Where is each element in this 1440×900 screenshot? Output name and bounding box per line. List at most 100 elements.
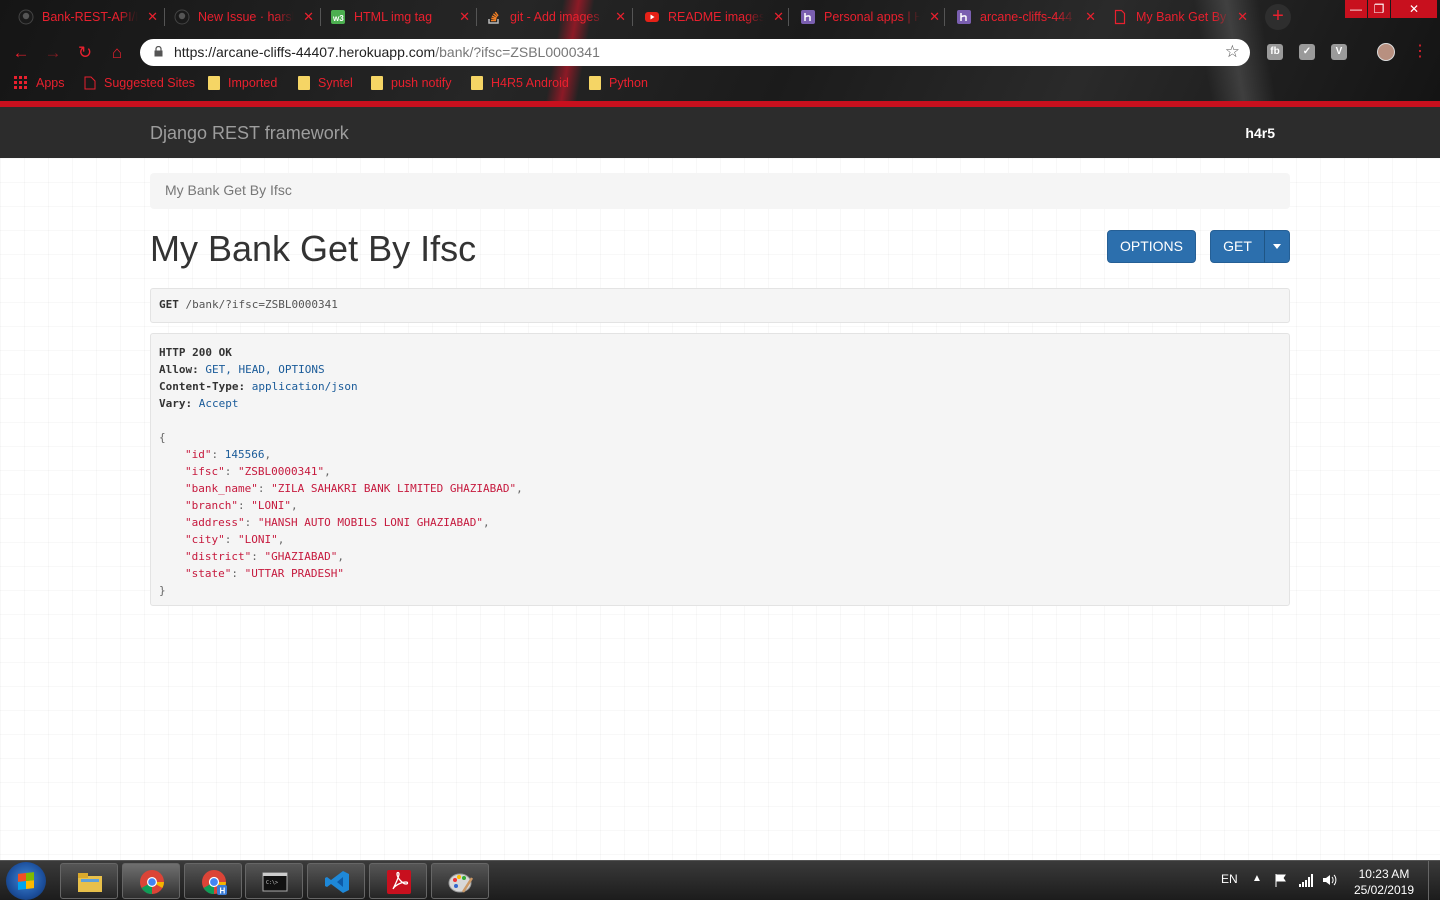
reload-icon[interactable]: ↻ xyxy=(74,42,96,64)
bookmark-folder-syntel[interactable]: Syntel xyxy=(298,76,353,90)
bookmark-suggested-sites[interactable]: Suggested Sites xyxy=(84,76,195,90)
tab-strip: Bank-REST-API/R ✕ New Issue · harsh ✕ w3… xyxy=(0,0,1440,34)
bookmark-folder-python[interactable]: Python xyxy=(589,76,648,90)
options-button[interactable]: OPTIONS xyxy=(1107,230,1196,263)
heroku-icon xyxy=(800,9,816,25)
bookmark-folder-imported[interactable]: Imported xyxy=(208,76,277,90)
omnibox[interactable]: https://arcane-cliffs-44407.herokuapp.co… xyxy=(140,39,1250,66)
browser-tab-active[interactable]: My Bank Get By I ✕ xyxy=(1112,4,1248,30)
restore-button[interactable]: ❐ xyxy=(1368,0,1390,18)
bookmark-label: Apps xyxy=(36,76,65,90)
header-value: GET, HEAD, OPTIONS xyxy=(205,363,325,376)
tab-label: README images xyxy=(668,10,764,24)
url-path: /bank/?ifsc=ZSBL0000341 xyxy=(435,44,600,60)
json-open-brace: { xyxy=(159,431,166,444)
page-icon xyxy=(84,76,96,90)
json-key: "state" xyxy=(185,567,232,580)
response-header-vary: Vary: Accept xyxy=(159,395,1281,412)
navbar-user[interactable]: h4r5 xyxy=(1245,125,1275,141)
taskbar-chrome-profile[interactable]: H xyxy=(184,863,242,899)
extension-fb-icon[interactable]: fb xyxy=(1267,44,1283,60)
json-field: "ifsc": "ZSBL0000341", xyxy=(185,465,331,478)
json-field: "id": 145566, xyxy=(185,448,272,461)
start-button[interactable] xyxy=(6,862,46,900)
taskbar-file-explorer[interactable] xyxy=(60,863,118,899)
json-field: "address": "HANSH AUTO MOBILS LONI GHAZI… xyxy=(185,516,490,529)
svg-text:H: H xyxy=(220,887,226,896)
request-path: /bank/?ifsc=ZSBL0000341 xyxy=(185,298,338,311)
response-header-allow: Allow: GET, HEAD, OPTIONS xyxy=(159,361,1281,378)
get-button[interactable]: GET xyxy=(1210,230,1265,263)
close-icon[interactable]: ✕ xyxy=(459,9,470,25)
bookmark-label: Python xyxy=(609,76,648,90)
request-info: GET /bank/?ifsc=ZSBL0000341 xyxy=(150,288,1290,323)
tab-divider xyxy=(164,8,165,26)
vscode-icon xyxy=(325,871,349,893)
menu-icon[interactable]: ⋮ xyxy=(1412,41,1428,61)
close-window-button[interactable]: ✕ xyxy=(1391,0,1437,18)
bookmark-folder-h4r5-android[interactable]: H4R5 Android xyxy=(471,76,569,90)
taskbar-chrome[interactable] xyxy=(122,863,180,899)
system-clock[interactable]: 10:23 AM 25/02/2019 xyxy=(1354,866,1414,898)
close-icon[interactable]: ✕ xyxy=(1085,9,1096,25)
json-key: "id" xyxy=(185,448,212,461)
taskbar-acrobat[interactable] xyxy=(369,863,427,899)
json-value: "LONI" xyxy=(251,499,291,512)
browser-tab[interactable]: Bank-REST-API/R ✕ xyxy=(18,4,158,30)
extension-check-icon[interactable]: ✓ xyxy=(1299,44,1315,60)
show-desktop-button[interactable] xyxy=(1428,861,1440,900)
tab-divider xyxy=(788,8,789,26)
close-icon[interactable]: ✕ xyxy=(303,9,314,25)
tab-label: HTML img tag xyxy=(354,10,433,24)
youtube-icon xyxy=(644,9,660,25)
bookmarks-bar: Apps Suggested Sites Imported Syntel pus… xyxy=(0,74,1440,96)
get-format-dropdown-button[interactable] xyxy=(1264,230,1290,263)
browser-tab[interactable]: git - Add images ✕ xyxy=(486,4,626,30)
back-icon[interactable]: ← xyxy=(10,42,32,64)
profile-avatar[interactable] xyxy=(1377,43,1395,61)
close-icon[interactable]: ✕ xyxy=(147,9,158,25)
browser-tab[interactable]: Personal apps | H ✕ xyxy=(800,4,940,30)
home-icon[interactable]: ⌂ xyxy=(106,42,128,64)
minimize-button[interactable]: — xyxy=(1345,0,1367,18)
navbar-brand[interactable]: Django REST framework xyxy=(150,123,349,144)
header-key: Vary: xyxy=(159,397,193,410)
new-tab-button[interactable]: + xyxy=(1265,4,1291,30)
browser-tab[interactable]: w3 HTML img tag ✕ xyxy=(330,4,470,30)
forward-icon[interactable]: → xyxy=(42,42,64,64)
json-key: "bank_name" xyxy=(185,482,258,495)
action-center-flag-icon[interactable] xyxy=(1274,873,1288,887)
folder-icon xyxy=(471,76,483,90)
windows-logo-icon xyxy=(18,872,34,890)
taskbar-paint[interactable] xyxy=(431,863,489,899)
taskbar-terminal[interactable]: C:\> xyxy=(245,863,303,899)
language-indicator[interactable]: EN xyxy=(1221,872,1238,900)
header-key: Content-Type: xyxy=(159,380,246,393)
bookmark-folder-push-notify[interactable]: push notify xyxy=(371,76,451,90)
close-icon[interactable]: ✕ xyxy=(773,9,784,25)
close-icon[interactable]: ✕ xyxy=(1237,9,1248,25)
browser-tab[interactable]: README images ✕ xyxy=(644,4,784,30)
heroku-icon xyxy=(956,9,972,25)
extension-v-icon[interactable]: V xyxy=(1331,44,1347,60)
breadcrumb-item[interactable]: My Bank Get By Ifsc xyxy=(165,182,292,198)
close-icon[interactable]: ✕ xyxy=(929,9,940,25)
browser-tab[interactable]: New Issue · harsh ✕ xyxy=(174,4,314,30)
page-title: My Bank Get By Ifsc xyxy=(150,228,477,269)
volume-icon[interactable] xyxy=(1322,873,1338,887)
bookmark-star-icon[interactable]: ☆ xyxy=(1225,42,1240,62)
network-signal-icon[interactable] xyxy=(1298,873,1314,887)
json-field: "state": "UTTAR PRADESH" xyxy=(185,567,344,580)
taskbar-vscode[interactable] xyxy=(307,863,365,899)
tab-label: My Bank Get By I xyxy=(1136,10,1232,24)
show-hidden-icons-icon[interactable]: ▲ xyxy=(1252,873,1262,900)
apps-grid-icon xyxy=(14,76,27,89)
json-field: "branch": "LONI", xyxy=(185,499,298,512)
close-icon[interactable]: ✕ xyxy=(615,9,626,25)
browser-tab[interactable]: arcane-cliffs-444 ✕ xyxy=(956,4,1096,30)
json-value: "HANSH AUTO MOBILS LONI GHAZIABAD" xyxy=(257,516,484,529)
folder-icon xyxy=(298,76,310,90)
page-content: My Bank Get By Ifsc My Bank Get By Ifsc … xyxy=(0,158,1440,860)
bookmark-apps[interactable]: Apps xyxy=(14,76,65,90)
json-close-brace: } xyxy=(159,584,166,597)
